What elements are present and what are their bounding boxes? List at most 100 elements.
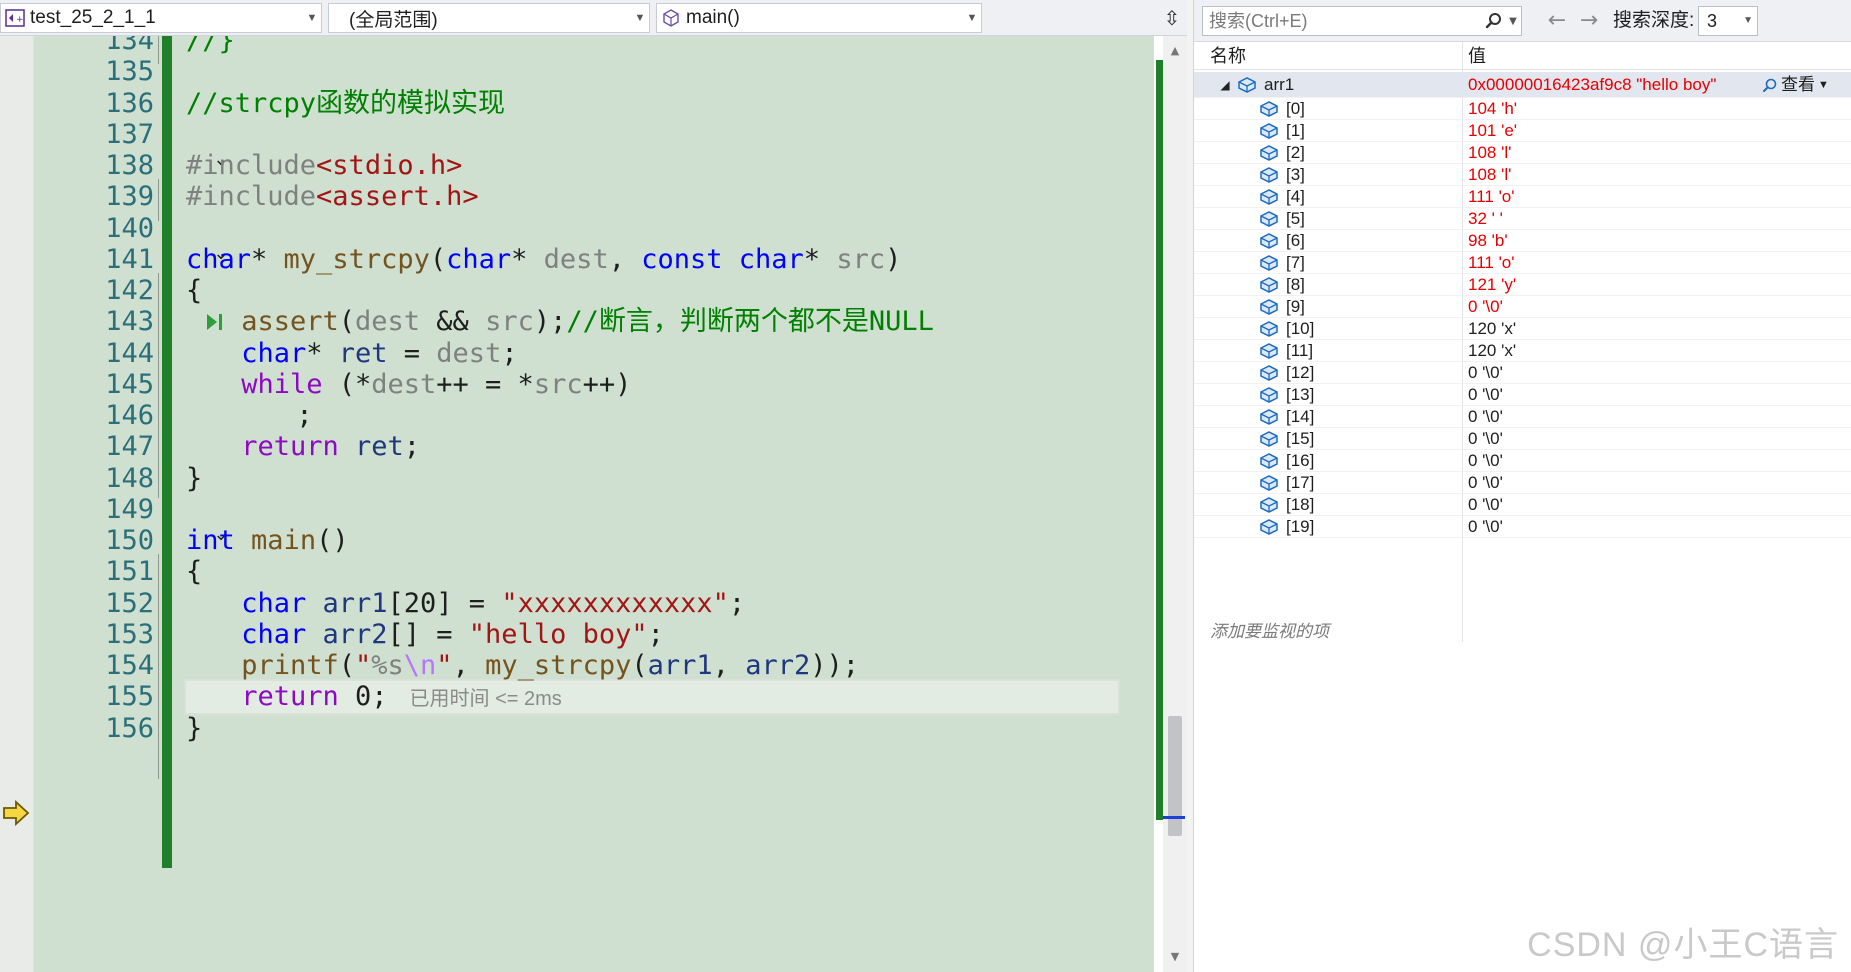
watch-row[interactable]: [12] 0 '\0' (1194, 362, 1851, 384)
chevron-down-icon: ▼ (634, 12, 646, 24)
watch-item-name: [5] (1286, 209, 1305, 228)
collapse-triangle-icon[interactable]: ◢ (1218, 72, 1232, 98)
array-element-icon (1260, 343, 1278, 359)
editor-vertical-scrollbar[interactable]: ▲ ▼ (1163, 36, 1187, 972)
watch-item-name: [19] (1286, 517, 1315, 536)
variable-object-icon (1238, 77, 1256, 93)
watch-row[interactable]: [7] 111 'o' (1194, 252, 1851, 274)
watch-item-name: [1] (1286, 121, 1305, 140)
add-watch-item[interactable]: 添加要监视的项 (1210, 617, 1329, 642)
watch-item-name: [12] (1286, 363, 1315, 382)
chevron-down-icon: ▼ (1743, 15, 1753, 26)
scroll-up-icon[interactable]: ▲ (1167, 44, 1183, 60)
array-element-icon (1260, 211, 1278, 227)
watch-root-name: arr1 (1264, 75, 1295, 94)
name-column-header[interactable]: 名称 (1210, 42, 1246, 70)
indent-guide (158, 272, 159, 498)
code-text: } (186, 712, 203, 744)
watch-item-name: [0] (1286, 99, 1305, 118)
watch-row[interactable]: [8] 121 'y' (1194, 274, 1851, 296)
watch-item-name: [11] (1286, 341, 1314, 360)
watch-item-name: [16] (1286, 451, 1315, 470)
watch-item-value: 0 '\0' (1468, 385, 1503, 404)
watch-item-value: 120 'x' (1468, 319, 1517, 338)
watch-row[interactable]: [13] 0 '\0' (1194, 384, 1851, 406)
search-next-button[interactable]: → (1576, 8, 1602, 34)
watch-item-value: 0 '\0' (1468, 473, 1503, 492)
array-element-icon (1260, 409, 1278, 425)
watch-item-value: 101 'e' (1468, 121, 1518, 140)
magnifier-icon (1763, 78, 1777, 92)
watch-grid-header: 名称 值 (1194, 42, 1851, 70)
watch-row[interactable]: [17] 0 '\0' (1194, 472, 1851, 494)
watch-item-name: [8] (1286, 275, 1305, 294)
watch-item-name: [3] (1286, 165, 1305, 184)
chevron-down-icon[interactable]: ▼ (1505, 16, 1521, 27)
array-element-icon (1260, 431, 1278, 447)
watch-item-value: 0 '\0' (1468, 517, 1503, 536)
array-element-icon (1260, 519, 1278, 535)
watch-item-name: [4] (1286, 187, 1305, 206)
code-line[interactable]: 156} (34, 710, 1154, 747)
run-to-click-icon[interactable] (204, 311, 226, 333)
view-label: 查看 (1781, 75, 1815, 94)
watch-row[interactable]: [3] 108 'l' (1194, 164, 1851, 186)
line-number: 156 (105, 712, 154, 744)
watch-item-name: [6] (1286, 231, 1305, 250)
array-element-icon (1260, 475, 1278, 491)
cube-icon (660, 8, 682, 28)
project-dropdown[interactable]: + test_25_2_1_1 ▼ (0, 3, 322, 33)
view-visualizer-button[interactable]: 查看 ▼ (1762, 72, 1829, 98)
search-depth-value: 3 (1707, 11, 1718, 31)
split-window-button[interactable]: ⇳ (1160, 4, 1184, 32)
project-name: test_25_2_1_1 (30, 7, 156, 28)
chevron-down-icon: ▼ (306, 12, 318, 24)
watch-item-value: 32 ' ' (1468, 209, 1503, 228)
watch-row[interactable]: [10] 120 'x' (1194, 318, 1851, 340)
project-icon: + (4, 8, 26, 28)
watch-row[interactable]: [2] 108 'l' (1194, 142, 1851, 164)
watch-row[interactable]: [1] 101 'e' (1194, 120, 1851, 142)
watch-row[interactable]: [18] 0 '\0' (1194, 494, 1851, 516)
search-previous-button[interactable]: ← (1544, 8, 1570, 34)
watch-row[interactable]: [0] 104 'h' (1194, 98, 1851, 120)
code-editor-pane: + test_25_2_1_1 ▼ (全局范围) ▼ main() ▼ ⇳ 13… (0, 0, 1187, 972)
value-column-header[interactable]: 值 (1468, 42, 1486, 70)
code-area[interactable]: 134//} 135 136//strcpy函数的模拟实现 137 138 ⌄ #inclu… (34, 36, 1154, 972)
watch-item-value: 0 '\0' (1468, 297, 1503, 316)
scope-dropdown[interactable]: (全局范围) ▼ (328, 3, 650, 33)
watch-row[interactable]: [4] 111 'o' (1194, 186, 1851, 208)
scope-name: (全局范围) (349, 9, 438, 31)
indent-guide (158, 36, 159, 64)
watch-item-name: [13] (1286, 385, 1315, 404)
watch-item-value: 121 'y' (1468, 275, 1517, 294)
watch-row[interactable]: [14] 0 '\0' (1194, 406, 1851, 428)
watch-search-box[interactable]: ▼ (1202, 6, 1522, 36)
watch-row[interactable]: [19] 0 '\0' (1194, 516, 1851, 538)
watch-window: ▼ ← → 搜索深度: 3 ▼ 名称 值 ◢ arr1 0x0000001642… (1193, 0, 1851, 972)
watch-item-value: 104 'h' (1468, 99, 1518, 118)
function-dropdown[interactable]: main() ▼ (656, 3, 982, 33)
search-icon[interactable] (1483, 10, 1505, 32)
watch-row[interactable]: [11] 120 'x' (1194, 340, 1851, 362)
watch-item-value: 0 '\0' (1468, 429, 1503, 448)
search-depth-dropdown[interactable]: 3 ▼ (1698, 6, 1758, 36)
watch-root-value: 0x00000016423af9c8 "hello boy" (1468, 75, 1717, 94)
array-element-icon (1260, 387, 1278, 403)
watch-row[interactable]: [9] 0 '\0' (1194, 296, 1851, 318)
watch-search-input[interactable] (1203, 8, 1483, 34)
svg-text:+: + (16, 15, 24, 25)
watermark: CSDN @小王C语言 (1527, 926, 1839, 964)
watch-row[interactable]: [15] 0 '\0' (1194, 428, 1851, 450)
array-element-icon (1260, 277, 1278, 293)
scroll-down-icon[interactable]: ▼ (1167, 950, 1183, 966)
watch-row-root[interactable]: ◢ arr1 0x00000016423af9c8 "hello boy" 查看… (1194, 72, 1851, 98)
watch-row[interactable]: [16] 0 '\0' (1194, 450, 1851, 472)
watch-item-value: 0 '\0' (1468, 363, 1503, 382)
array-element-icon (1260, 255, 1278, 271)
watch-item-name: [9] (1286, 297, 1305, 316)
watch-row[interactable]: [6] 98 'b' (1194, 230, 1851, 252)
watch-item-name: [14] (1286, 407, 1315, 426)
watch-row[interactable]: [5] 32 ' ' (1194, 208, 1851, 230)
watch-item-value: 120 'x' (1468, 341, 1517, 360)
